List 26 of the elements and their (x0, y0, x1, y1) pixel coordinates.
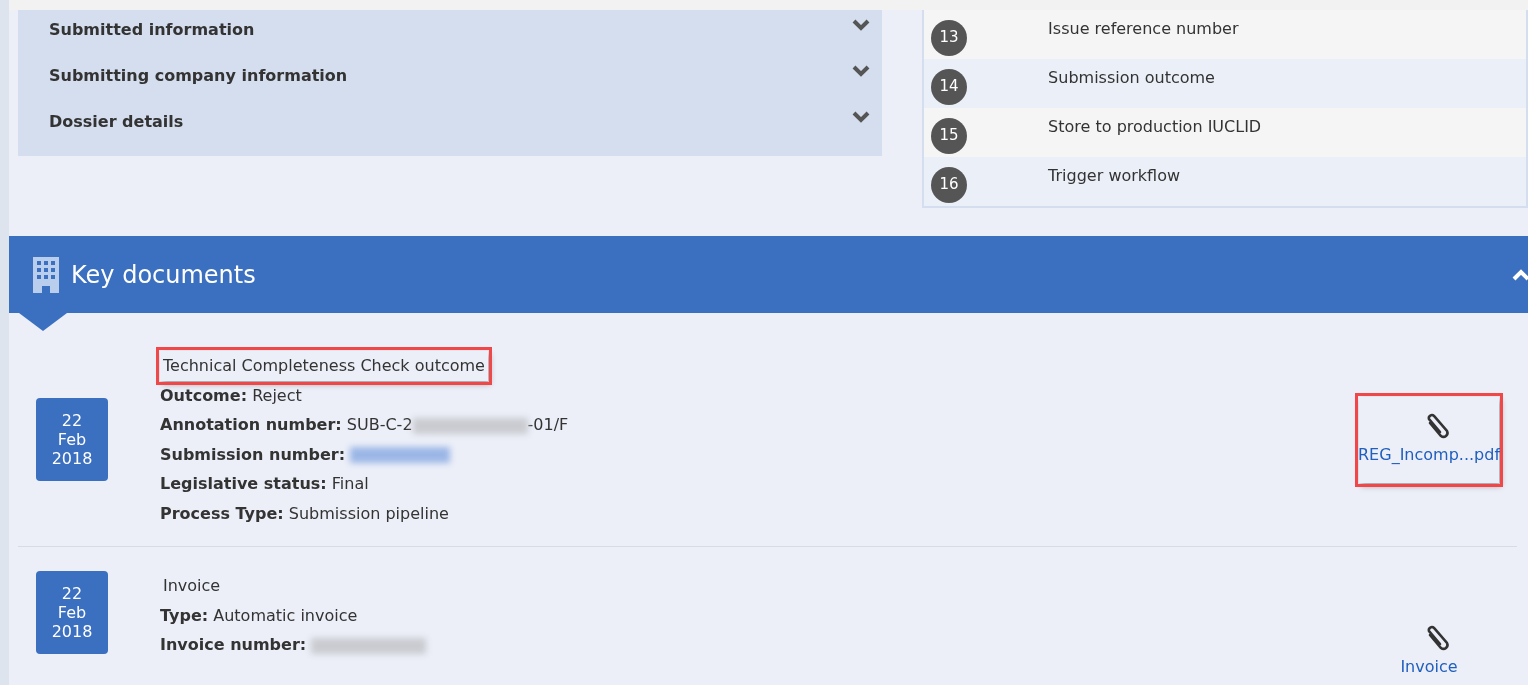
accordion-header[interactable]: Submitting company information (18, 60, 883, 106)
date-badge: 22 Feb 2018 (36, 571, 108, 654)
field-text: Invoice number: (160, 635, 308, 654)
accordion-header[interactable]: Submitted information (18, 14, 883, 60)
section-title: Key documents (71, 259, 256, 291)
step-number: 14 (931, 68, 968, 105)
building-icon (33, 256, 59, 293)
attachment-link[interactable]: REG_Incomp...pdf (1358, 442, 1500, 467)
date-badge: 22 Feb 2018 (36, 398, 108, 481)
accordion-header[interactable]: Dossier details (18, 106, 883, 152)
step-number: 13 (931, 19, 968, 56)
field-text: Submission number: (160, 444, 347, 464)
field-text: -01/F (527, 415, 569, 434)
step-label: Issue reference number (1048, 17, 1239, 40)
field-text: Legislative status: Final (160, 474, 369, 493)
field-text: Process Type: Submission pipeline (160, 503, 449, 523)
step-label: Trigger workflow (1048, 164, 1181, 187)
document-title: Invoice (162, 575, 222, 597)
step-number: 15 (931, 117, 968, 154)
attachment-link[interactable]: Invoice (1400, 655, 1458, 679)
step-label: Store to production IUCLID (1048, 115, 1262, 138)
step-number: 16 (931, 166, 968, 203)
field-text: Annotation number: SUB-C-2 (160, 415, 413, 434)
field-text: Type: Automatic invoice (160, 605, 358, 625)
field-text: Outcome: Reject (160, 385, 302, 405)
step-label: Submission outcome (1048, 66, 1215, 89)
